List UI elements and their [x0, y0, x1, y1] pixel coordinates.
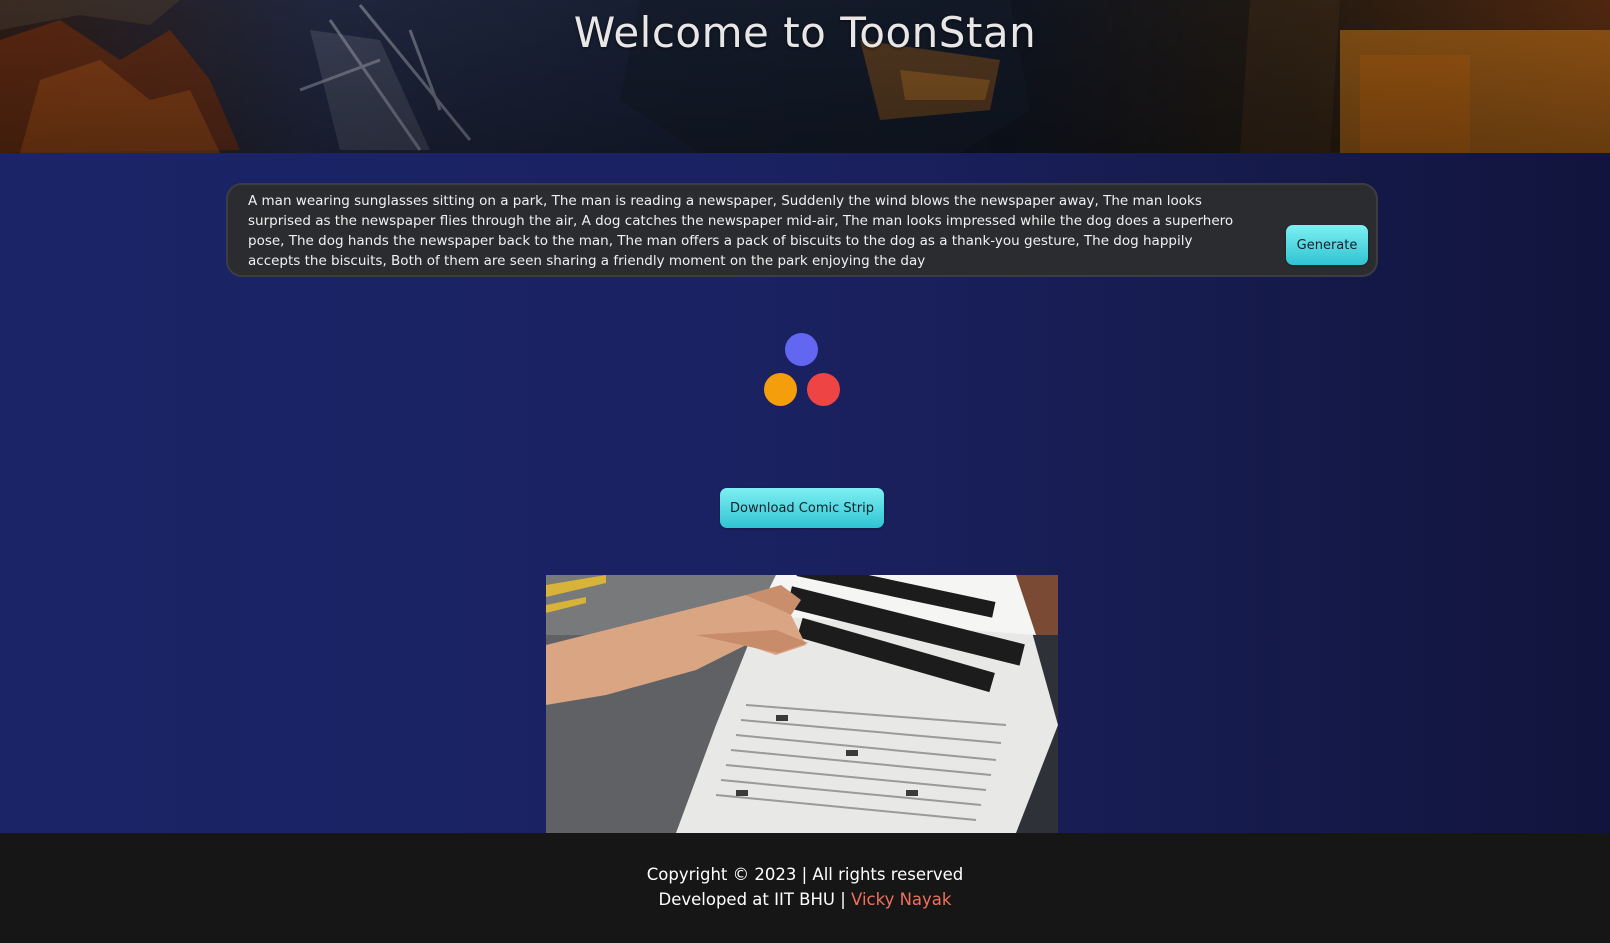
- story-prompt-input[interactable]: A man wearing sunglasses sitting on a pa…: [248, 191, 1248, 271]
- footer: Copyright © 2023 | All rights reserved D…: [0, 833, 1610, 943]
- developer-credit: Developed at IIT BHU | Vicky Nayak: [0, 890, 1610, 909]
- prompt-container: A man wearing sunglasses sitting on a pa…: [226, 183, 1378, 277]
- author-link[interactable]: Vicky Nayak: [851, 890, 951, 909]
- download-comic-strip-button[interactable]: Download Comic Strip: [720, 488, 884, 528]
- loader-dot-blue: [785, 333, 818, 366]
- main-content: A man wearing sunglasses sitting on a pa…: [0, 153, 1610, 833]
- loader-dot-red: [807, 373, 840, 406]
- loading-spinner: [760, 333, 840, 413]
- developer-credit-prefix: Developed at IIT BHU |: [658, 890, 852, 909]
- copyright-text: Copyright © 2023 | All rights reserved: [646, 865, 964, 884]
- generate-button[interactable]: Generate: [1286, 225, 1368, 265]
- comic-panel-image: [546, 575, 1058, 833]
- loader-dot-orange: [764, 373, 797, 406]
- newspaper-photo: [546, 575, 1058, 833]
- header-banner: Welcome to ToonStan: [0, 0, 1610, 153]
- page-title: Welcome to ToonStan: [573, 8, 1037, 57]
